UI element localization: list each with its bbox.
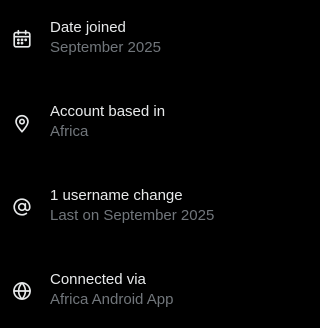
- username-change-row: 1 username change Last on September 2025: [0, 185, 250, 229]
- location-pin-icon: [11, 112, 33, 134]
- username-change-title: 1 username change: [50, 187, 183, 204]
- at-sign-icon: [11, 196, 33, 218]
- date-joined-row: Date joined September 2025: [0, 17, 250, 61]
- connected-via-value: Africa Android App: [50, 291, 174, 308]
- username-change-value: Last on September 2025: [50, 207, 215, 224]
- calendar-icon: [11, 28, 33, 50]
- account-based-in-title: Account based in: [50, 103, 166, 120]
- date-joined-value: September 2025: [50, 39, 161, 56]
- globe-icon: [11, 280, 33, 302]
- account-info-list: Date joined September 2025 Account based…: [0, 0, 250, 328]
- account-based-in-value: Africa: [50, 123, 89, 140]
- account-based-in-row: Account based in Africa: [0, 101, 250, 145]
- date-joined-title: Date joined: [50, 19, 126, 36]
- connected-via-title: Connected via: [50, 271, 146, 288]
- connected-via-row: Connected via Africa Android App: [0, 269, 250, 313]
